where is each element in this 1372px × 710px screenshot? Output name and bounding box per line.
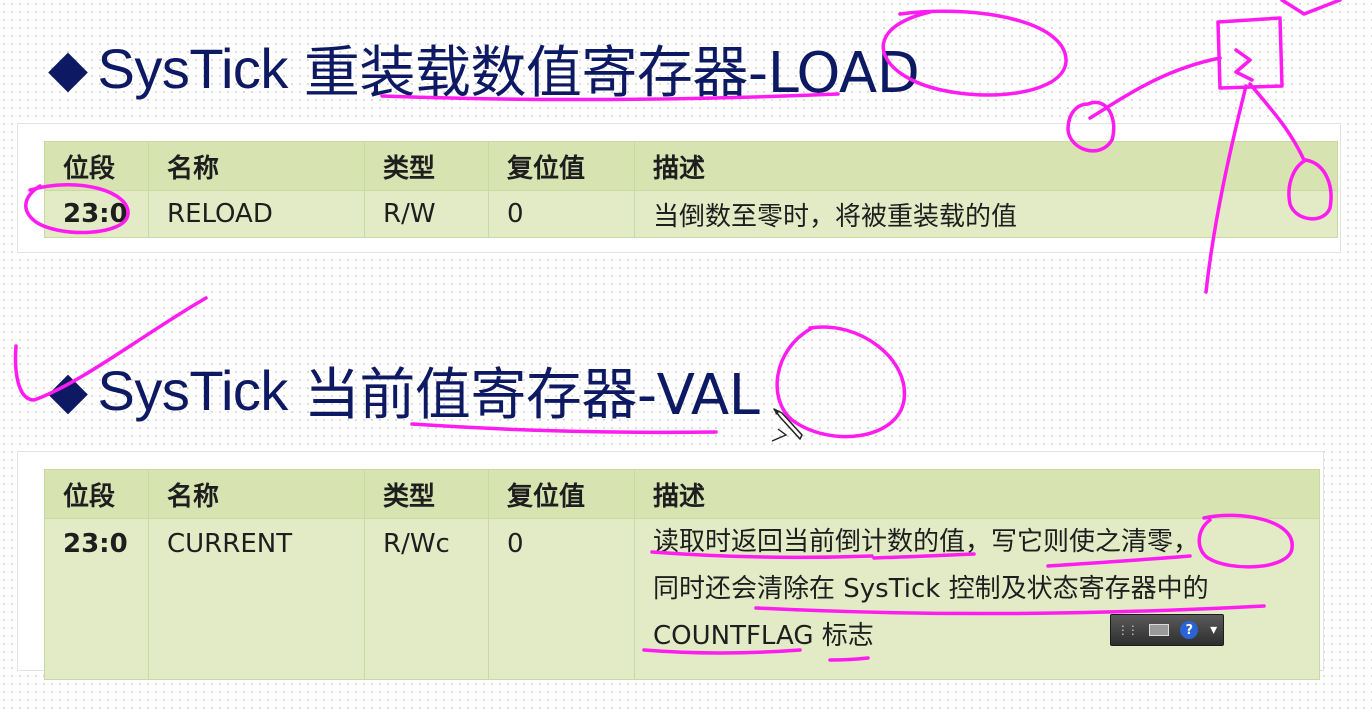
header-bits: 位段 [44, 469, 149, 519]
cell-desc: 读取时返回当前倒计数的值，写它则使之清零， 同时还会清除在 SysTick 控制… [634, 518, 1320, 680]
header-reset: 复位值 [488, 141, 635, 191]
heading-cjk: 重装载数值寄存器-LOAD [303, 41, 920, 106]
cell-desc: 当倒数至零时，将被重装载的值 [634, 190, 1338, 238]
table-header-row: 位段 名称 类型 复位值 描述 [44, 469, 1320, 519]
header-name: 名称 [148, 469, 365, 519]
section-heading-val: ◆ SysTick 当前值寄存器-VAL [48, 350, 760, 431]
box-stroke [1216, 16, 1284, 90]
section-heading-load: ◆ SysTick 重装载数值寄存器-LOAD [48, 28, 920, 109]
load-register-panel: 位段 名称 类型 复位值 描述 23:0 RELOAD R/W 0 当倒数至零时… [18, 124, 1340, 252]
desc-line: 读取时返回当前倒计数的值，写它则使之清零， [653, 527, 1200, 557]
table-header-row: 位段 名称 类型 复位值 描述 [44, 141, 1338, 191]
desc-line: 同时还会清除在 SysTick 控制及状态寄存器中的 [653, 574, 1209, 604]
table-row: 23:0 RELOAD R/W 0 当倒数至零时，将被重装载的值 [44, 190, 1338, 238]
line-stroke [1088, 56, 1222, 120]
cell-name: RELOAD [148, 190, 365, 238]
arrow-stroke [1280, 0, 1342, 16]
diamond-bullet-icon: ◆ [48, 361, 88, 420]
table-row: 23:0 CURRENT R/Wc 0 读取时返回当前倒计数的值，写它则使之清零… [44, 518, 1320, 680]
diamond-bullet-icon: ◆ [48, 39, 88, 98]
cell-type: R/Wc [364, 518, 489, 680]
cell-bits: 23:0 [44, 518, 149, 680]
header-name: 名称 [148, 141, 365, 191]
header-type: 类型 [364, 469, 489, 519]
keyboard-icon[interactable] [1148, 624, 1169, 636]
ime-toolbar[interactable]: ⋮⋮ ? ▾ [1110, 614, 1224, 646]
val-register-table: 位段 名称 类型 复位值 描述 23:0 CURRENT R/Wc 0 读取时返… [44, 469, 1320, 680]
heading-latin: SysTick [97, 37, 289, 100]
header-desc: 描述 [634, 141, 1338, 191]
load-register-table: 位段 名称 类型 复位值 描述 23:0 RELOAD R/W 0 当倒数至零时… [44, 141, 1338, 238]
cell-bits: 23:0 [44, 190, 149, 238]
header-desc: 描述 [634, 469, 1320, 519]
cell-reset: 0 [488, 190, 635, 238]
heading-cjk: 当前值寄存器-VAL [303, 363, 760, 428]
help-icon[interactable]: ? [1180, 621, 1199, 639]
options-icon[interactable]: ▾ [1210, 623, 1217, 637]
grip-icon[interactable]: ⋮⋮ [1117, 624, 1139, 636]
header-bits: 位段 [44, 141, 149, 191]
arrow-stroke [1234, 48, 1254, 82]
cell-reset: 0 [488, 518, 635, 680]
cell-type: R/W [364, 190, 489, 238]
heading-latin: SysTick [97, 359, 289, 422]
pen-cursor-icon [771, 408, 803, 442]
cell-name: CURRENT [148, 518, 365, 680]
header-type: 类型 [364, 141, 489, 191]
header-reset: 复位值 [488, 469, 635, 519]
